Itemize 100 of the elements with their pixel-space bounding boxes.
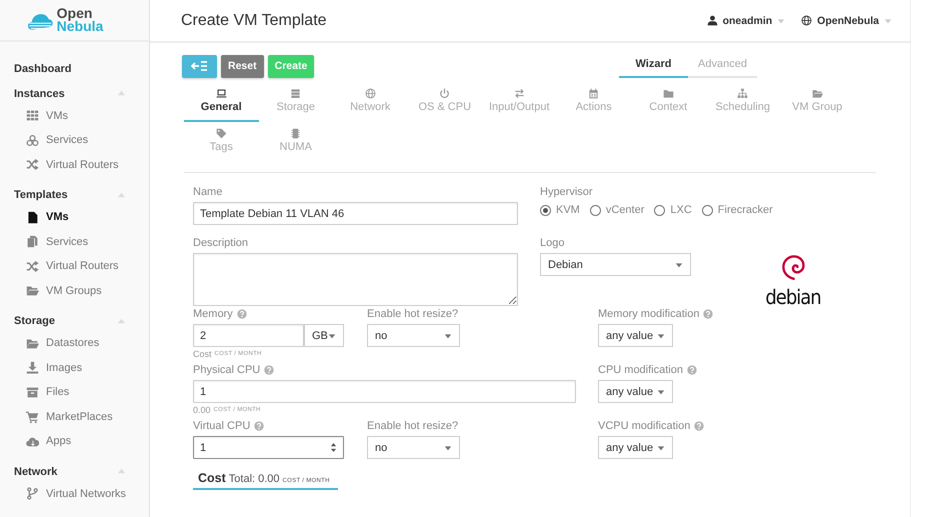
- field-label: Logo: [540, 237, 564, 249]
- section-tab[interactable]: Input/Output: [482, 88, 556, 122]
- caret-icon: [657, 444, 665, 452]
- folder-icon: [662, 88, 674, 99]
- section-tab[interactable]: General: [184, 88, 258, 122]
- description-field[interactable]: [193, 253, 518, 306]
- section-tab[interactable]: Scheduling: [706, 88, 780, 122]
- section-tab[interactable]: Network: [333, 88, 408, 122]
- cart-icon: [26, 410, 39, 423]
- sidebar-section-heading[interactable]: Instances: [14, 88, 65, 100]
- shuffle-icon: [26, 158, 39, 171]
- section-tab[interactable]: Storage: [258, 88, 333, 122]
- shuffle-icon: [26, 260, 39, 272]
- sidebar-item[interactable]: Virtual Routers: [26, 156, 119, 174]
- sidebar-item[interactable]: Services: [26, 131, 88, 149]
- user-menu[interactable]: oneadmin: [706, 14, 786, 26]
- grid-icon: [26, 109, 39, 122]
- sidebar-item[interactable]: Virtual Networks: [26, 484, 126, 502]
- caret-icon: [444, 332, 452, 340]
- sidebar-item[interactable]: MarketPlaces: [26, 408, 113, 426]
- radio-option[interactable]: Firecracker: [702, 204, 773, 216]
- field-label: Name: [193, 186, 222, 198]
- sitemap-icon: [737, 88, 748, 99]
- memory-field[interactable]: 2: [193, 324, 304, 347]
- sidebar-item[interactable]: Services: [26, 232, 88, 250]
- field-label: Memory: [193, 308, 233, 320]
- folder-icon: [26, 284, 39, 297]
- section-tab[interactable]: OS & CPU: [408, 88, 482, 122]
- document-icon: [26, 210, 39, 224]
- back-list-icon: [191, 60, 208, 72]
- field-label: Virtual CPU: [193, 420, 250, 432]
- name-field[interactable]: Template Debian 11 VLAN 46: [193, 202, 518, 225]
- dropdown[interactable]: any value: [598, 380, 673, 403]
- physical-cpu-field[interactable]: 1: [193, 380, 576, 403]
- sidebar-link[interactable]: Dashboard: [14, 62, 72, 76]
- radio-option[interactable]: LXC: [654, 204, 692, 216]
- field-label: Physical CPU: [193, 364, 260, 376]
- sidebar-item[interactable]: Apps: [26, 432, 72, 450]
- editor-mode-tab[interactable]: Wizard: [619, 54, 688, 78]
- sidebar-section-heading[interactable]: Network: [14, 466, 58, 478]
- dropdown[interactable]: no: [367, 436, 460, 459]
- sidebar-item[interactable]: VMs: [26, 106, 68, 124]
- archive-icon: [26, 386, 39, 398]
- section-tab[interactable]: NUMA: [258, 128, 333, 162]
- folder-icon: [26, 336, 39, 350]
- server-icon: [290, 88, 302, 99]
- dropdown[interactable]: no: [367, 324, 460, 347]
- help-icon: [703, 309, 714, 319]
- caret-icon: [657, 332, 665, 340]
- section-tab[interactable]: VM Group: [780, 88, 854, 122]
- sidebar-item[interactable]: VMs: [26, 208, 69, 226]
- radio-option[interactable]: vCenter: [590, 204, 644, 216]
- virtual-cpu-field[interactable]: 1: [193, 436, 344, 459]
- field-label: Memory modification: [598, 308, 700, 320]
- documents-icon: [26, 235, 39, 248]
- calendar-icon: [588, 88, 600, 99]
- tag-icon: [216, 128, 227, 139]
- field-label: Enable hot resize?: [367, 420, 458, 432]
- help-icon: [264, 365, 274, 375]
- sidebar-section-heading[interactable]: Storage: [14, 315, 55, 327]
- caret-icon: [777, 16, 786, 24]
- editor-mode-tab[interactable]: Advanced: [688, 54, 757, 78]
- sidebar-section-heading[interactable]: Templates: [14, 189, 68, 201]
- logo-text: Open Nebula: [56, 6, 104, 33]
- section-tab[interactable]: Actions: [556, 88, 631, 122]
- sidebar-item[interactable]: Datastores: [26, 334, 100, 352]
- sidebar-item[interactable]: Images: [26, 358, 82, 376]
- debian-logo: debian: [763, 250, 823, 307]
- sidebar-item[interactable]: VM Groups: [26, 282, 102, 300]
- sidebar-item[interactable]: Files: [26, 383, 70, 401]
- power-icon: [439, 88, 450, 99]
- field-label: Enable hot resize?: [367, 308, 458, 320]
- caret-icon: [328, 332, 336, 340]
- logo-dropdown[interactable]: Debian: [540, 253, 691, 276]
- dropdown[interactable]: any value: [598, 324, 673, 347]
- help-icon: [686, 365, 697, 375]
- caret-icon: [444, 444, 452, 452]
- field-label: CPU modification: [598, 364, 683, 376]
- radio-option[interactable]: KVM: [540, 204, 580, 216]
- services-icon: [26, 134, 39, 146]
- laptop-icon: [216, 88, 227, 99]
- help-icon: [236, 309, 247, 319]
- sidebar-item[interactable]: Virtual Routers: [26, 257, 119, 275]
- page-title: Create VM Template: [181, 12, 328, 30]
- unit-dropdown[interactable]: GB: [304, 324, 344, 347]
- help-icon: [254, 421, 264, 431]
- zone-menu[interactable]: OpenNebula: [801, 14, 892, 26]
- field-label: Description: [193, 237, 248, 249]
- folder-icon: [812, 88, 823, 99]
- caret-icon: [657, 388, 665, 396]
- user-icon: [706, 15, 718, 26]
- dropdown[interactable]: any value: [598, 436, 673, 459]
- arrows-icon: [514, 88, 525, 99]
- download-icon: [26, 361, 39, 374]
- section-tab[interactable]: Tags: [184, 128, 258, 162]
- reset-button[interactable]: Reset: [221, 54, 264, 78]
- cloud-download-icon: [26, 434, 39, 448]
- section-tab[interactable]: Context: [631, 88, 706, 122]
- globe-icon: [364, 88, 376, 99]
- back-to-list-button[interactable]: [182, 54, 217, 78]
